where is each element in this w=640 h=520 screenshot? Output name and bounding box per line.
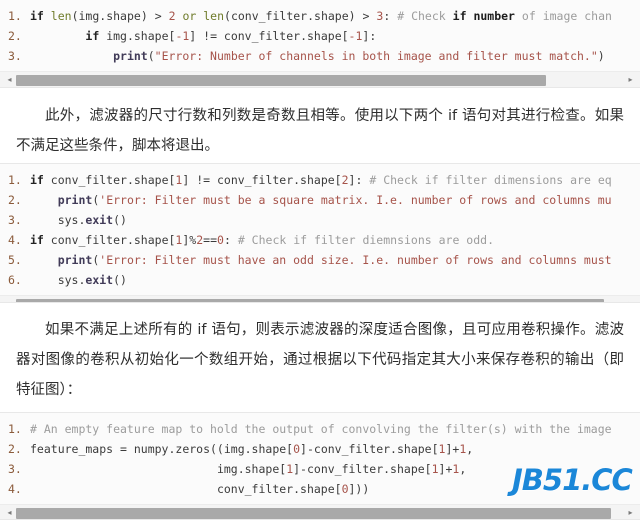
code-line: 3. sys.exit() <box>0 210 640 230</box>
code-line: 2. if img.shape[-1] != conv_filter.shape… <box>0 26 640 46</box>
line-number: 6. <box>8 273 22 287</box>
line-number: 5. <box>8 253 22 267</box>
line-number: 1. <box>8 422 22 436</box>
code-line: 5. print('Error: Filter must have an odd… <box>0 250 640 270</box>
horizontal-scrollbar[interactable]: ◂ ▸ <box>0 504 640 519</box>
code-block-1: 1. if len(img.shape) > 2 or len(conv_filt… <box>0 0 640 88</box>
code-line: 1. # An empty feature map to hold the out… <box>0 419 640 439</box>
paragraph-2-text: 如果不满足上述所有的 if 语句，则表示滤波器的深度适合图像，且可应用卷积操作。… <box>16 322 624 398</box>
code-line: 1. if len(img.shape) > 2 or len(conv_filt… <box>0 6 640 26</box>
line-number: 1. <box>8 9 22 23</box>
code-line: 2. print('Error: Filter must be a square… <box>0 190 640 210</box>
code-block-3: 1. # An empty feature map to hold the out… <box>0 412 640 520</box>
code-line: 4. if conv_filter.shape[1]%2==0: # Check … <box>0 230 640 250</box>
code-block-2-lines: 1. if conv_filter.shape[1] != conv_filter… <box>0 164 640 295</box>
code-block-1-lines: 1. if len(img.shape) > 2 or len(conv_filt… <box>0 0 640 71</box>
scroll-right-arrow-icon[interactable]: ▸ <box>623 72 638 87</box>
code-line: 6. sys.exit() <box>0 270 640 290</box>
article-page: 1. if len(img.shape) > 2 or len(conv_filt… <box>0 0 640 520</box>
line-number: 3. <box>8 49 22 63</box>
line-number: 3. <box>8 213 22 227</box>
line-number: 1. <box>8 173 22 187</box>
line-number: 2. <box>8 29 22 43</box>
scroll-left-arrow-icon[interactable]: ◂ <box>2 72 17 87</box>
code-block-3-lines: 1. # An empty feature map to hold the out… <box>0 413 640 504</box>
code-line: 4. conv_filter.shape[0])) <box>0 479 640 499</box>
line-number: 3. <box>8 462 22 476</box>
scrollbar-thumb[interactable] <box>16 75 546 86</box>
paragraph-2: 如果不满足上述所有的 if 语句，则表示滤波器的深度适合图像，且可应用卷积操作。… <box>0 315 640 405</box>
scroll-right-arrow-icon[interactable]: ▸ <box>623 505 638 519</box>
code-line: 3. img.shape[1]-conv_filter.shape[1]+1, <box>0 459 640 479</box>
scroll-left-arrow-icon[interactable]: ◂ <box>2 296 17 302</box>
scrollbar-thumb[interactable] <box>16 299 604 302</box>
paragraph-1: 此外，滤波器的尺寸行数和列数是奇数且相等。使用以下两个 if 语句对其进行检查。… <box>0 101 640 161</box>
paragraph-1-text: 此外，滤波器的尺寸行数和列数是奇数且相等。使用以下两个 if 语句对其进行检查。… <box>16 108 624 154</box>
code-line: 1. if conv_filter.shape[1] != conv_filter… <box>0 170 640 190</box>
code-line: 2. feature_maps = numpy.zeros((img.shape[… <box>0 439 640 459</box>
scroll-left-arrow-icon[interactable]: ◂ <box>2 505 17 519</box>
line-number: 2. <box>8 193 22 207</box>
horizontal-scrollbar[interactable]: ◂ ▸ <box>0 295 640 302</box>
line-number: 2. <box>8 442 22 456</box>
scrollbar-thumb[interactable] <box>16 508 611 519</box>
code-block-2: 1. if conv_filter.shape[1] != conv_filter… <box>0 163 640 303</box>
line-number: 4. <box>8 482 22 496</box>
code-line: 3. print("Error: Number of channels in b… <box>0 46 640 66</box>
horizontal-scrollbar[interactable]: ◂ ▸ <box>0 71 640 87</box>
line-number: 4. <box>8 233 22 247</box>
scroll-right-arrow-icon[interactable]: ▸ <box>623 296 638 302</box>
